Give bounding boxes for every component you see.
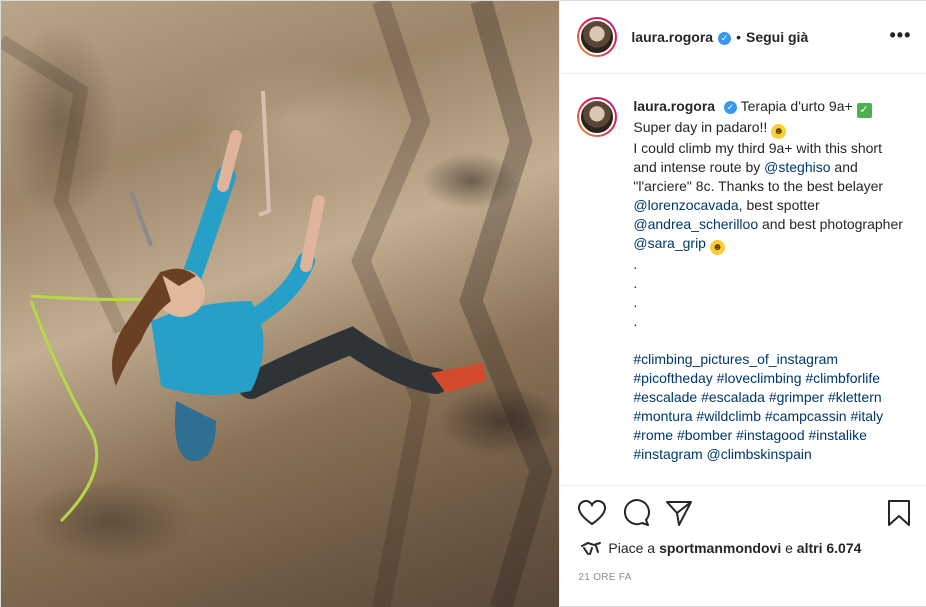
likes-middle: e	[781, 540, 797, 556]
mention-steghiso[interactable]: @steghiso	[764, 159, 830, 175]
mention-sara-grip[interactable]: @sara_grip	[633, 235, 706, 251]
post-header: laura.rogora ✓ • Segui già •••	[560, 1, 926, 74]
comment-icon[interactable]	[621, 498, 651, 528]
likes-summary[interactable]: Piace a sportmanmondovi e altri 6.074	[580, 540, 861, 556]
caption-line2: Super day in padaro!!	[633, 119, 768, 135]
separator-dot: •	[736, 29, 741, 45]
post-photo[interactable]	[1, 1, 560, 607]
post-timestamp[interactable]: 21 ORE FA	[578, 572, 631, 583]
verified-badge-icon: ✓	[718, 31, 732, 45]
instagram-post: laura.rogora ✓ • Segui già ••• laura.rogo…	[0, 0, 926, 607]
caption-body-4: and best photographer	[758, 216, 903, 232]
dot-line: .	[633, 256, 638, 272]
author-avatar[interactable]	[577, 17, 618, 57]
post-side-panel: laura.rogora ✓ • Segui già ••• laura.rogo…	[559, 1, 926, 607]
dot-line: .	[633, 294, 638, 310]
climber-illustration	[1, 1, 553, 607]
post-actions: Piace a sportmanmondovi e altri 6.074 21…	[560, 485, 926, 607]
author-username[interactable]: laura.rogora ✓	[631, 29, 732, 45]
check-mark-emoji-icon: ✓	[856, 103, 872, 118]
caption-body-3: , best spotter	[738, 197, 820, 213]
dot-line: .	[633, 313, 638, 329]
bookmark-icon[interactable]	[884, 498, 914, 528]
liker-avatar-icon	[581, 541, 602, 555]
caption-text: laura.rogora ✓ Terapia d'urto 9a+ ✓ Supe…	[633, 97, 903, 464]
dot-line: .	[633, 275, 638, 291]
likes-user-link[interactable]: sportmanmondovi	[659, 540, 781, 556]
send-icon[interactable]	[664, 498, 694, 528]
caption-username[interactable]: laura.rogora	[633, 98, 715, 114]
more-options-icon[interactable]: •••	[889, 25, 911, 46]
grinning-emoji-icon: ☻	[709, 240, 725, 255]
caption-title: Terapia d'urto 9a+	[740, 98, 853, 114]
likes-prefix: Piace a	[608, 540, 656, 556]
mention-andrea-scherilloo[interactable]: @andrea_scherilloo	[633, 216, 758, 232]
following-button[interactable]: Segui già	[746, 29, 808, 45]
heart-icon[interactable]	[577, 498, 607, 528]
verified-badge-icon: ✓	[723, 100, 737, 114]
likes-count-link[interactable]: altri 6.074	[797, 540, 862, 556]
caption-block: laura.rogora ✓ Terapia d'urto 9a+ ✓ Supe…	[577, 97, 917, 464]
caption-avatar[interactable]	[577, 97, 618, 137]
grinning-emoji-icon: ☻	[771, 124, 787, 139]
mention-lorenzocavada[interactable]: @lorenzocavada	[633, 197, 738, 213]
mention-climbskinspain[interactable]: @climbskinspain	[707, 446, 812, 462]
